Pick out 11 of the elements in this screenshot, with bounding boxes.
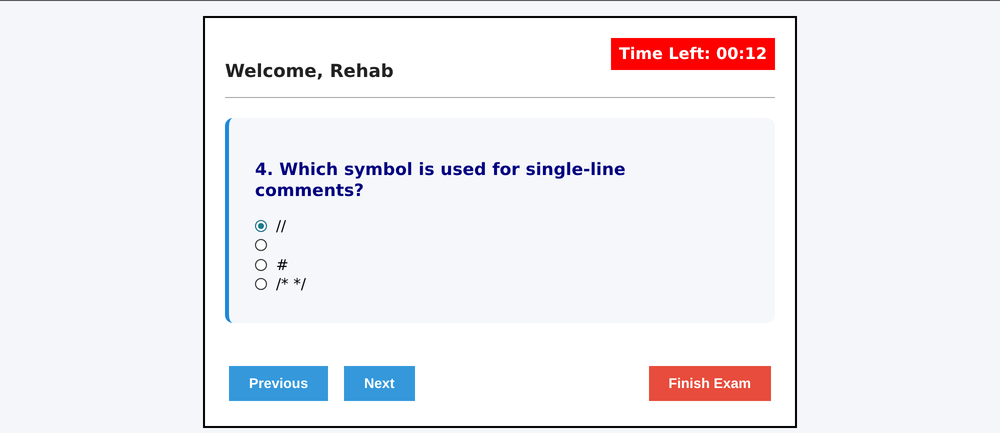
radio-button[interactable] xyxy=(255,278,267,290)
timer-badge: Time Left: 00:12 xyxy=(610,38,775,70)
finish-button[interactable]: Finish Exam xyxy=(648,366,771,401)
radio-button[interactable] xyxy=(255,220,267,232)
radio-button[interactable] xyxy=(255,258,267,271)
radio-button[interactable] xyxy=(255,239,267,252)
welcome-heading: Welcome, Rehab xyxy=(225,60,394,84)
option-label[interactable]: # xyxy=(276,254,289,276)
option-label[interactable]: /* */ xyxy=(276,273,306,296)
question-text: 4. Which symbol is used for single-line comments? xyxy=(255,160,626,202)
option-label[interactable]: // xyxy=(276,214,286,237)
